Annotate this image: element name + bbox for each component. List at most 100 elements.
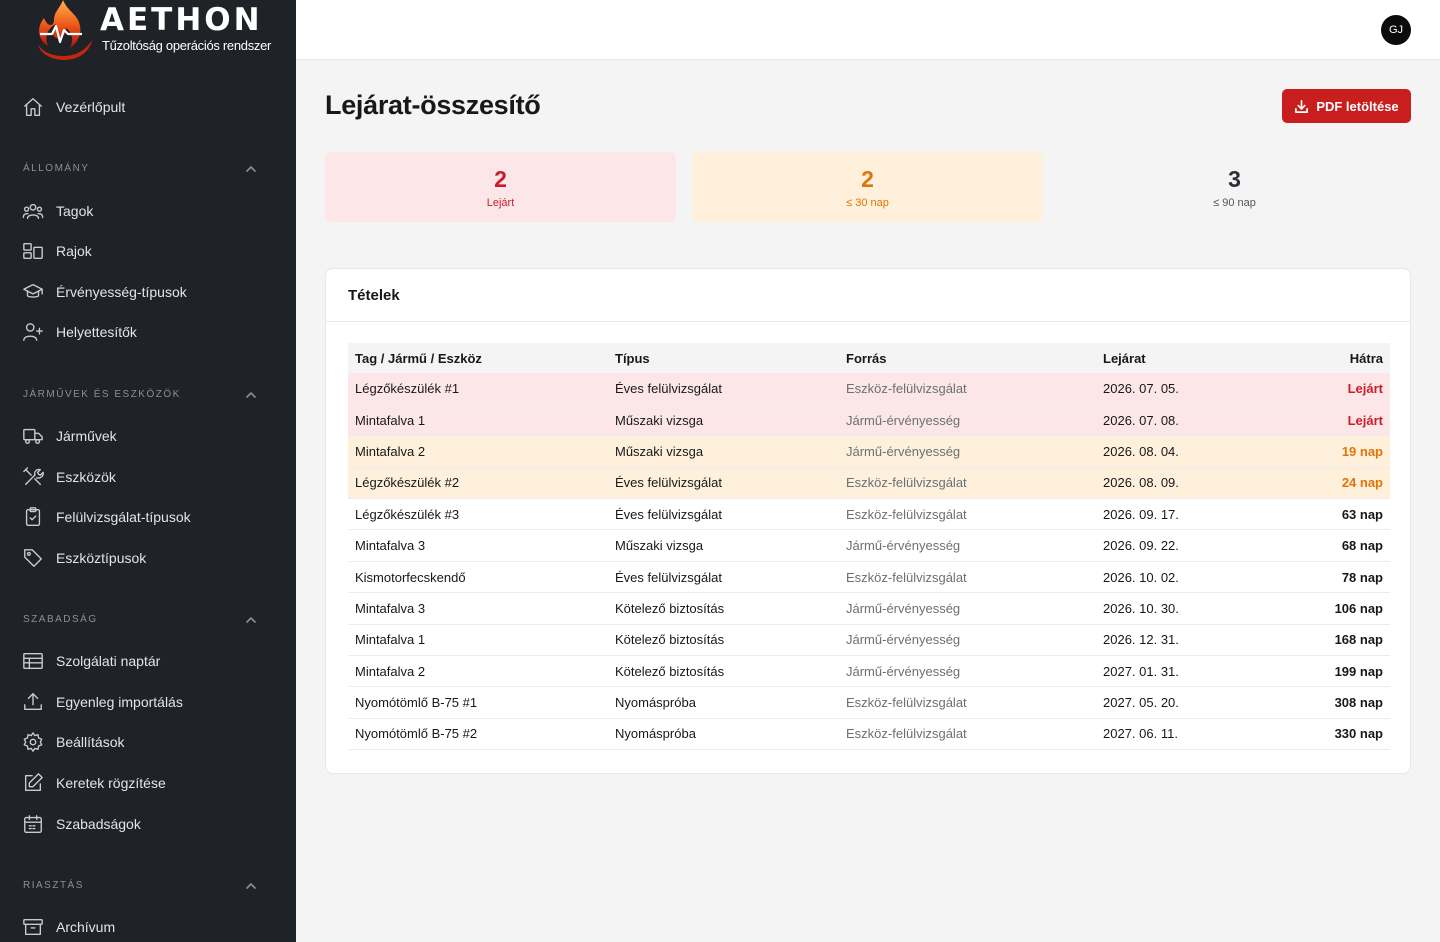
cell-expiry: 2026. 12. 31. — [1096, 624, 1266, 657]
column-header-name[interactable]: Tag / Jármű / Eszköz — [348, 343, 608, 373]
sidebar-item-label: Egyenleg importálás — [56, 694, 183, 710]
cell-expiry: 2027. 05. 20. — [1096, 686, 1266, 719]
table-row[interactable]: Légzőkészülék #3 Éves felülvizsgálat Eszkö… — [348, 498, 1390, 531]
sidebar-item-dashboard[interactable]: Vezérlőpult — [0, 89, 296, 125]
cell-source: Eszköz-felülvizsgálat — [839, 498, 1096, 531]
cell-name: Nyomótömlő B-75 #2 — [348, 718, 608, 751]
topbar: GJ — [296, 0, 1440, 60]
table-row[interactable]: Légzőkészülék #2 Éves felülvizsgálat Eszkö… — [348, 467, 1390, 500]
stat-caption: Lejárt — [486, 197, 515, 209]
sidebar-item-label: Helyettesítők — [56, 324, 137, 340]
cell-source: Jármű-érvényesség — [839, 655, 1096, 688]
home-icon — [22, 96, 44, 118]
column-header-expiry[interactable]: Lejárat — [1096, 343, 1266, 373]
section-header-riasztas[interactable]: RIASZTÁS — [0, 876, 296, 896]
squads-icon — [22, 240, 44, 262]
table-row[interactable]: Nyomótömlő B-75 #1 Nyomáspróba Eszköz-felü… — [348, 686, 1390, 719]
sidebar: AETHON Tűzoltóság operációs rendszer Vez… — [0, 0, 296, 942]
cell-expiry: 2026. 10. 30. — [1096, 592, 1266, 625]
cell-expiry: 2027. 06. 11. — [1096, 718, 1266, 751]
cell-expiry: 2026. 07. 08. — [1096, 404, 1266, 437]
cell-remaining: Lejárt — [1266, 373, 1390, 405]
section-header-jarmuvek-eszkozok[interactable]: JÁRMŰVEK ÉS ESZKÖZÖK — [0, 385, 296, 405]
upload-icon — [22, 691, 44, 713]
sidebar-item-ervenyesseg-tipusok[interactable]: Érvényesség-típusok — [0, 274, 296, 310]
section-title: RIASZTÁS — [23, 880, 84, 891]
stat-value: 3 — [1228, 166, 1241, 192]
table-row[interactable]: Mintafalva 2 Műszaki vizsga Jármű-érvényes… — [348, 435, 1390, 468]
section-header-allomany[interactable]: ÁLLOMÁNY — [0, 159, 296, 179]
clipboard-check-icon — [22, 506, 44, 528]
section-header-szabadsag[interactable]: SZABADSÁG — [0, 610, 296, 630]
card-title: Tételek — [348, 287, 400, 304]
cell-remaining: 78 nap — [1266, 561, 1390, 594]
cell-name: Légzőkészülék #3 — [348, 498, 608, 531]
column-header-type[interactable]: Típus — [608, 343, 839, 373]
table-row[interactable]: Mintafalva 1 Kötelező biztosítás Jármű-érv… — [348, 624, 1390, 657]
table-row[interactable]: Nyomótömlő B-75 #2 Nyomáspróba Eszköz-felü… — [348, 718, 1390, 751]
sidebar-item-archivum[interactable]: Archívum — [0, 909, 296, 942]
sidebar-item-label: Beállítások — [56, 734, 125, 750]
section-title: ÁLLOMÁNY — [23, 163, 90, 174]
sidebar-item-beallitasok[interactable]: Beállítások — [0, 724, 296, 760]
cell-remaining: 106 nap — [1266, 592, 1390, 625]
sidebar-item-label: Szabadságok — [56, 816, 141, 832]
sidebar-item-jarmuvek[interactable]: Járművek — [0, 418, 296, 454]
table-calendar-icon — [22, 650, 44, 672]
sidebar-item-felulvizsgalat-tipusok[interactable]: Felülvizsgálat-típusok — [0, 499, 296, 535]
sidebar-item-tagok[interactable]: Tagok — [0, 193, 296, 229]
download-icon — [1295, 99, 1309, 113]
cell-remaining: 199 nap — [1266, 655, 1390, 688]
sidebar-item-szabadsagok[interactable]: Szabadságok — [0, 806, 296, 842]
column-header-remaining[interactable]: Hátra — [1266, 343, 1390, 373]
cell-expiry: 2026. 09. 22. — [1096, 529, 1266, 562]
cell-source: Eszköz-felülvizsgálat — [839, 686, 1096, 719]
table-row[interactable]: Kismotorfecskendő Éves felülvizsgálat Eszk… — [348, 561, 1390, 594]
sidebar-item-eszkoztipusok[interactable]: Eszköztípusok — [0, 540, 296, 576]
cell-name: Légzőkészülék #2 — [348, 467, 608, 500]
app-logo[interactable]: AETHON Tűzoltóság operációs rendszer — [26, 0, 286, 64]
cell-name: Nyomótömlő B-75 #1 — [348, 686, 608, 719]
sidebar-item-eszkozok[interactable]: Eszközök — [0, 459, 296, 495]
table-row[interactable]: Mintafalva 2 Kötelező biztosítás Jármű-érv… — [348, 655, 1390, 688]
section-title: JÁRMŰVEK ÉS ESZKÖZÖK — [23, 389, 181, 400]
cell-source: Eszköz-felülvizsgálat — [839, 467, 1096, 500]
cell-type: Éves felülvizsgálat — [608, 498, 839, 531]
sidebar-item-rajok[interactable]: Rajok — [0, 233, 296, 269]
truck-icon — [22, 425, 44, 447]
table-row[interactable]: Mintafalva 1 Műszaki vizsga Jármű-érvényes… — [348, 404, 1390, 437]
cell-type: Kötelező biztosítás — [608, 624, 839, 657]
cell-type: Nyomáspróba — [608, 686, 839, 719]
cell-expiry: 2026. 09. 17. — [1096, 498, 1266, 531]
sidebar-item-label: Vezérlőpult — [56, 99, 126, 115]
column-header-source[interactable]: Forrás — [839, 343, 1096, 373]
sidebar-item-label: Eszköztípusok — [56, 550, 147, 566]
table-row[interactable]: Légzőkészülék #1 Éves felülvizsgálat Eszkö… — [348, 373, 1390, 405]
table-row[interactable]: Mintafalva 3 Műszaki vizsga Jármű-érvényes… — [348, 529, 1390, 562]
cell-type: Éves felülvizsgálat — [608, 467, 839, 500]
archive-icon — [22, 916, 44, 938]
stat-card-expired: 2 Lejárt — [325, 152, 676, 222]
pdf-download-button[interactable]: PDF letöltése — [1282, 89, 1411, 123]
logo-subtitle: Tűzoltóság operációs rendszer — [102, 38, 272, 53]
users-icon — [22, 200, 44, 222]
avatar[interactable]: GJ — [1381, 15, 1411, 45]
sidebar-item-szolgalati-naptar[interactable]: Szolgálati naptár — [0, 643, 296, 679]
cell-name: Mintafalva 1 — [348, 404, 608, 437]
table-body: Légzőkészülék #1 Éves felülvizsgálat Eszkö… — [348, 373, 1390, 751]
sidebar-item-egyenleg-importalas[interactable]: Egyenleg importálás — [0, 684, 296, 720]
cell-source: Jármű-érvényesség — [839, 624, 1096, 657]
chevron-up-icon — [244, 388, 258, 402]
stat-value: 2 — [494, 166, 507, 192]
tag-icon — [22, 547, 44, 569]
sidebar-item-helyettesitok[interactable]: Helyettesítők — [0, 314, 296, 350]
sidebar-item-label: Eszközök — [56, 469, 116, 485]
sidebar-item-label: Archívum — [56, 919, 116, 935]
sidebar-item-keretek-rogzitese[interactable]: Keretek rögzítése — [0, 765, 296, 801]
items-card: Tételek Tag / Jármű / Eszköz Típus Forrá… — [325, 268, 1411, 774]
items-table: Tag / Jármű / Eszköz Típus Forrás Lejára… — [348, 343, 1390, 751]
table-row[interactable]: Mintafalva 3 Kötelező biztosítás Jármű-érv… — [348, 592, 1390, 625]
logo-title: AETHON — [100, 2, 263, 38]
sidebar-item-label: Szolgálati naptár — [56, 653, 161, 669]
section-title: SZABADSÁG — [23, 614, 98, 625]
